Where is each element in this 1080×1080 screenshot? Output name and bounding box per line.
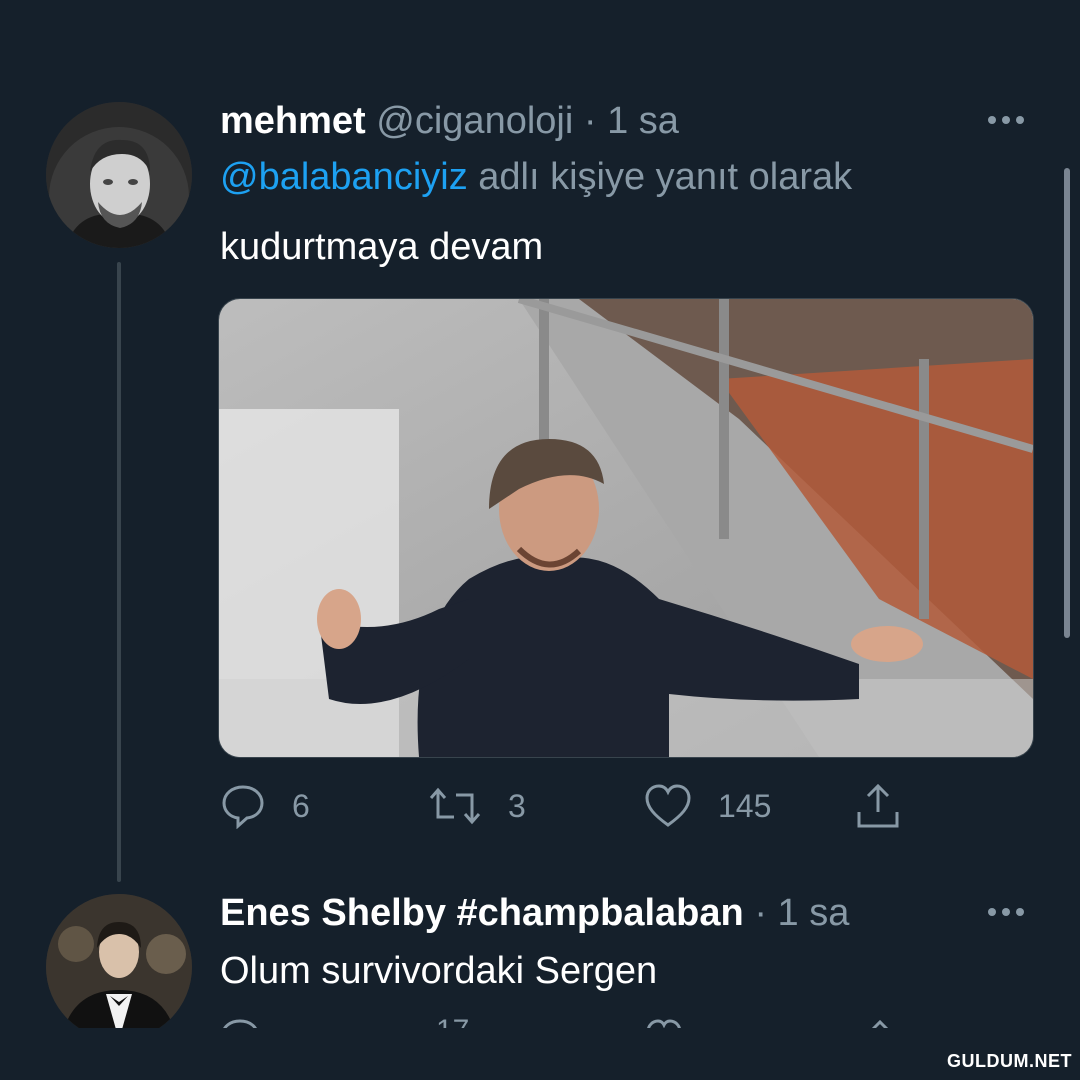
share-icon [857,783,899,828]
retweet-action[interactable]: 3 [428,780,526,832]
reply-icon [222,785,264,829]
user-handle[interactable]: @ciganoloji [376,100,573,142]
tweet-actions-bar: 6 3 145 [220,780,920,832]
thread-connector-line [117,262,121,882]
avatar-photo [46,102,192,248]
display-name[interactable]: Enes Shelby #champbalaban [220,892,744,934]
scrollbar[interactable] [1064,168,1070,638]
reply-count: 6 [292,787,310,824]
media-photo [219,299,1033,757]
separator-dot: · [583,100,597,142]
tweet-time[interactable]: 1 sa [607,100,679,142]
tweet2-header: Enes Shelby #champbalaban · 1 sa [220,892,849,935]
tweet1-header: mehmet @ciganoloji · 1 sa [220,100,679,143]
display-name[interactable]: mehmet [220,100,366,142]
reply-context: @balabanciyiz adlı kişiye yanıt olarak [220,156,852,199]
tweet-text: Olum survivordaki Sergen [220,950,658,992]
avatar-photo [46,894,192,1040]
avatar-enes-shelby[interactable] [46,894,192,1040]
retweet-icon [429,787,481,825]
tweet-media-image[interactable] [218,298,1034,758]
reply-action[interactable]: 6 [220,780,310,832]
more-icon[interactable] [988,112,1032,128]
like-icon [645,784,691,827]
tweet-time[interactable]: 1 sa [778,892,850,934]
like-count: 145 [718,787,772,824]
bottom-bar [0,1028,1080,1080]
retweet-count: 3 [508,787,526,824]
avatar-mehmet[interactable] [46,102,192,248]
tweet-text: kudurtmaya devam [220,226,544,268]
reply-to-suffix: adlı kişiye yanıt olarak [478,156,853,198]
share-action[interactable] [854,780,902,832]
watermark: GULDUM.NET [947,1051,1072,1071]
reply-to-handle[interactable]: @balabanciyiz [220,156,468,198]
more-icon[interactable] [988,904,1032,920]
separator-dot: · [754,892,767,934]
like-action[interactable]: 145 [644,780,771,832]
